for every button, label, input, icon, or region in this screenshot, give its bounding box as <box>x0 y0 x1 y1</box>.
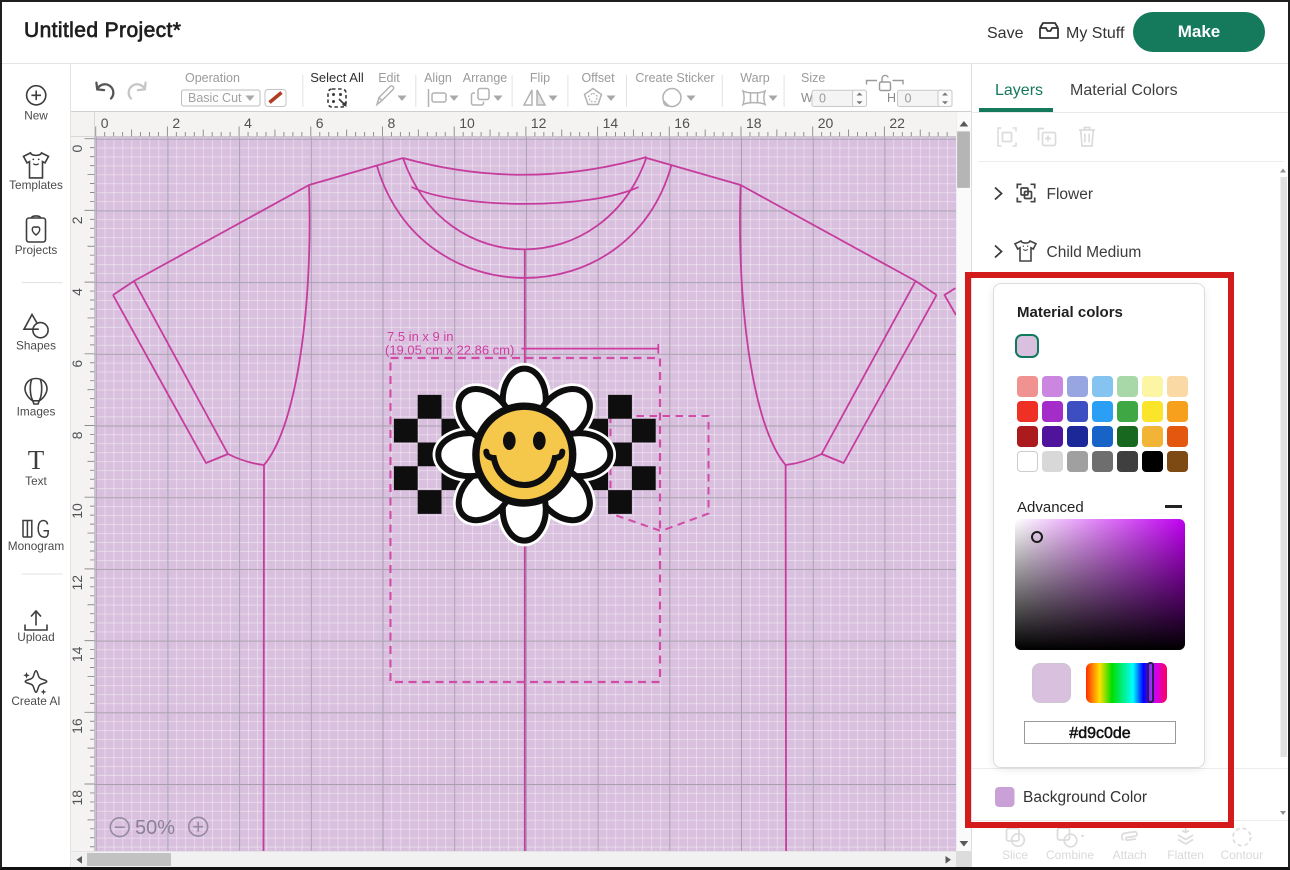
svg-text:Slice: Slice <box>1002 848 1028 862</box>
svg-text:0: 0 <box>819 92 826 106</box>
svg-text:H: H <box>887 91 896 105</box>
svg-text:Upload: Upload <box>17 630 54 644</box>
svg-text:0: 0 <box>101 115 109 131</box>
svg-text:Child Medium: Child Medium <box>1047 244 1142 261</box>
svg-text:Operation: Operation <box>185 71 240 85</box>
svg-text:Contour: Contour <box>1220 848 1263 862</box>
svg-text:Text: Text <box>25 474 47 488</box>
svg-text:18: 18 <box>71 790 85 806</box>
svg-text:16: 16 <box>674 115 690 131</box>
svg-text:Edit: Edit <box>378 71 400 85</box>
svg-text:14: 14 <box>71 646 85 662</box>
svg-text:12: 12 <box>531 115 547 131</box>
svg-text:Create AI: Create AI <box>11 694 60 708</box>
svg-text:Basic Cut: Basic Cut <box>188 91 242 105</box>
svg-text:Arrange: Arrange <box>463 71 508 85</box>
svg-text:Combine: Combine <box>1046 848 1094 862</box>
svg-text:10: 10 <box>459 115 475 131</box>
svg-text:4: 4 <box>244 115 252 131</box>
svg-text:2: 2 <box>172 115 180 131</box>
svg-text:6: 6 <box>71 360 85 368</box>
svg-text:Create Sticker: Create Sticker <box>635 71 714 85</box>
svg-text:2: 2 <box>71 216 85 224</box>
svg-text:(19.05 cm x 22.86 cm): (19.05 cm x 22.86 cm) <box>385 343 514 358</box>
svg-text:12: 12 <box>71 575 85 591</box>
svg-text:50%: 50% <box>135 817 175 839</box>
svg-text:Warp: Warp <box>740 71 769 85</box>
svg-text:Size: Size <box>801 71 825 85</box>
svg-text:20: 20 <box>818 115 834 131</box>
svg-text:22: 22 <box>889 115 905 131</box>
svg-text:8: 8 <box>388 115 396 131</box>
svg-text:Attach: Attach <box>1113 848 1147 862</box>
svg-text:New: New <box>24 109 48 123</box>
svg-text:0: 0 <box>905 92 912 106</box>
svg-text:16: 16 <box>71 718 85 734</box>
svg-text:0: 0 <box>71 144 85 152</box>
svg-text:Projects: Projects <box>15 243 58 257</box>
svg-text:4: 4 <box>71 288 85 296</box>
svg-text:8: 8 <box>71 431 85 439</box>
svg-text:Flatten: Flatten <box>1167 848 1204 862</box>
svg-text:W: W <box>801 91 813 105</box>
svg-text:Select All: Select All <box>310 70 364 85</box>
svg-text:14: 14 <box>603 115 619 131</box>
svg-text:Offset: Offset <box>581 71 615 85</box>
svg-text:18: 18 <box>746 115 762 131</box>
svg-text:Align: Align <box>424 71 452 85</box>
svg-text:Images: Images <box>17 405 56 419</box>
svg-text:Templates: Templates <box>9 178 63 192</box>
svg-text:6: 6 <box>316 115 324 131</box>
svg-text:Flower: Flower <box>1047 186 1094 203</box>
svg-text:10: 10 <box>71 503 85 519</box>
svg-text:Monogram: Monogram <box>8 539 65 553</box>
svg-text:T: T <box>28 445 45 475</box>
svg-text:Flip: Flip <box>530 71 550 85</box>
svg-text:Shapes: Shapes <box>16 339 56 353</box>
